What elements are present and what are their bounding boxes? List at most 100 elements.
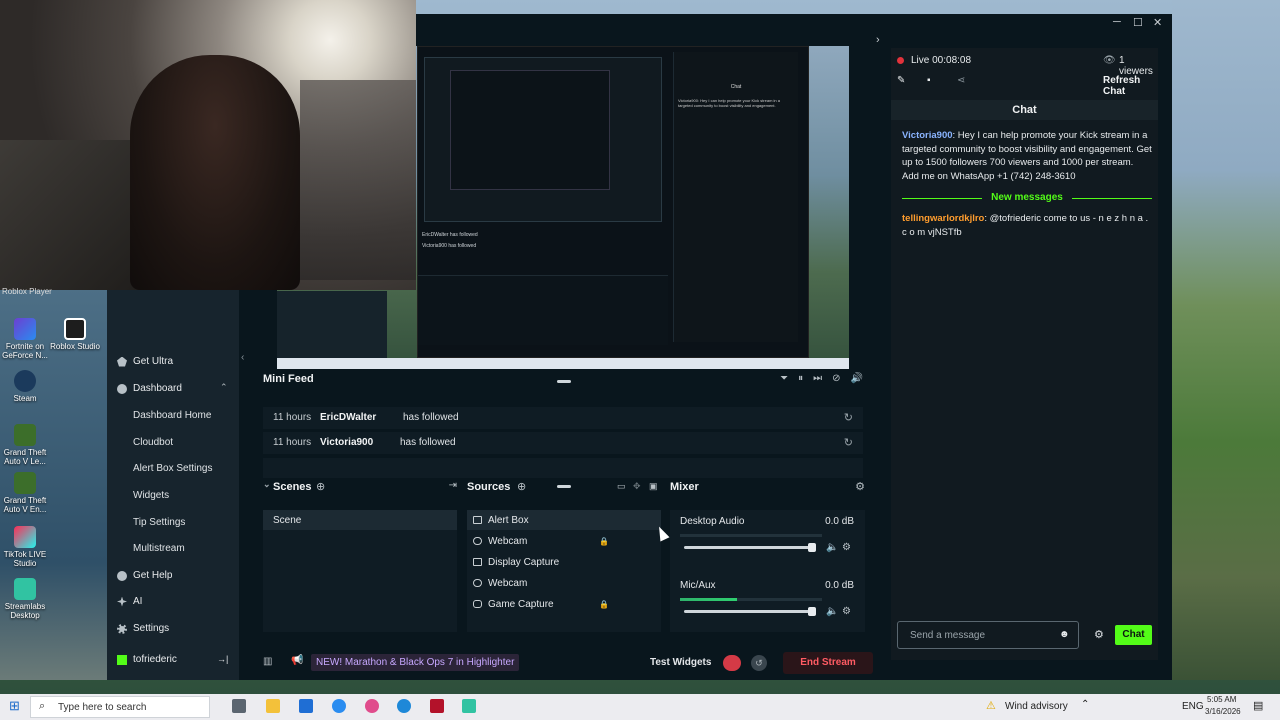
desktop-icon-tiktok-live[interactable]: TikTok LIVE Studio [0,526,50,568]
sidebar-item-cloudbot[interactable]: Cloudbot [133,437,173,448]
desktop-icon-gta-enhanced[interactable]: Grand Theft Auto V En... [0,472,50,514]
replay-icon[interactable]: ↻ [844,436,853,449]
refresh-chat-button[interactable]: Refresh Chat [1103,75,1161,97]
gear-icon[interactable]: ⚙ [855,480,865,493]
desktop-icon-streamlabs[interactable]: Streamlabs Desktop [0,578,50,620]
chat-input[interactable]: Send a message [897,621,1079,649]
alert-box-icon [473,516,482,524]
emoji-icon[interactable]: ☻ [1059,629,1070,640]
layout-icon[interactable]: ▭ [617,481,626,492]
desktop-icon-fortnite[interactable]: Fortnite on GeForce N... [0,318,50,360]
source-item-display-capture[interactable]: Display Capture [467,552,661,572]
clock-date[interactable]: 3/16/2026 [1205,707,1241,716]
chat-message: tellingwarlordkjlro: @tofriederic come t… [902,212,1152,239]
sidebar-item-tip-settings[interactable]: Tip Settings [133,517,185,528]
source-label: Webcam [488,577,528,589]
replay-icon[interactable]: ↻ [844,411,853,424]
copilot-icon[interactable] [365,699,379,713]
volume-slider[interactable] [684,607,816,616]
sidebar-item-get-help[interactable]: Get Help [117,570,172,581]
sidebar-item-settings[interactable]: Settings [117,623,169,634]
expand-chat-icon[interactable]: › [876,34,880,46]
tray-chevron-icon[interactable]: ⌃ [1081,699,1089,710]
chat-username[interactable]: Victoria900 [902,130,953,141]
clock-time[interactable]: 5:05 AM [1207,695,1236,704]
kick-logo-icon [117,654,127,665]
channel-name: Mic/Aux [680,580,716,591]
sidebar-item-alert-box-settings[interactable]: Alert Box Settings [133,463,212,474]
lock-icon[interactable]: 🔒 [599,537,609,546]
desktop-icon-roblox-studio[interactable]: Roblox Studio [50,318,100,351]
chevron-up-icon[interactable]: ⌃ [220,382,228,393]
rewind-icon[interactable]: ↺ [751,655,767,671]
preview-nested-window: EricDWalter has followed Victoria900 has… [417,46,809,358]
search-placeholder: Type here to search [58,702,147,713]
popout-icon[interactable]: ▪ [927,75,931,86]
test-widgets-toggle[interactable] [723,655,741,671]
sidebar-item-dashboard-home[interactable]: Dashboard Home [133,410,211,421]
pause-icon[interactable]: ⏸ [798,373,803,384]
weather-label[interactable]: Wind advisory [1005,701,1068,712]
logout-icon[interactable]: →| [217,654,228,664]
share-icon[interactable]: ⋖ [957,75,965,86]
performance-icon[interactable]: ▥ [263,656,272,667]
taskbar-search-input[interactable]: ⌕ Type here to search [30,696,210,718]
source-item-game-capture[interactable]: Game Capture 🔒 [467,594,661,614]
source-item-webcam[interactable]: Webcam 🔒 [467,531,661,551]
sidebar-item-dashboard[interactable]: Dashboard [117,383,182,394]
send-chat-button[interactable]: Chat [1115,625,1152,645]
speaker-icon[interactable]: 🔈 [826,606,838,617]
task-view-icon[interactable] [232,699,246,713]
desktop-icon-steam[interactable]: Steam [0,370,50,403]
mute-alerts-icon[interactable]: ⊘ [832,373,840,384]
drag-icon[interactable]: ✥ [633,481,641,492]
adobe-icon[interactable] [430,699,444,713]
chat-settings-icon[interactable]: ⚙ [1094,628,1104,641]
add-scene-button[interactable]: ⊕ [316,480,325,493]
sidebar-item-ai[interactable]: AI [117,596,142,607]
gear-icon[interactable]: ⚙ [842,542,851,553]
store-icon[interactable] [299,699,313,713]
add-source-button[interactable]: ⊕ [517,480,526,493]
slider-knob[interactable] [808,607,816,616]
search-icon: ⌕ [39,700,46,712]
volume-icon[interactable]: 🔊 [851,373,863,384]
scene-collection-icon[interactable]: ⇥ [449,480,457,491]
file-explorer-icon[interactable] [266,699,280,713]
close-button[interactable]: ✕ [1153,16,1162,29]
promo-banner[interactable]: NEW! Marathon & Black Ops 7 in Highlight… [311,654,520,671]
speaker-icon[interactable]: 🔈 [826,542,838,553]
edge-browser-icon[interactable] [397,699,411,713]
maximize-button[interactable]: ☐ [1133,16,1143,29]
source-item-alert-box[interactable]: Alert Box [467,510,661,530]
announcement-icon[interactable]: 📢 [291,655,303,666]
skip-icon[interactable]: ⏭ [813,373,822,384]
edge-icon[interactable] [332,699,346,713]
filter-icon[interactable]: ⏷ [780,373,788,384]
desktop-icon-gta-legacy[interactable]: Grand Theft Auto V Le... [0,424,50,466]
source-item-webcam[interactable]: Webcam [467,573,661,593]
windows-start-icon[interactable]: ⊞ [9,698,20,714]
scene-item[interactable]: Scene [263,510,457,530]
sidebar-item-get-ultra[interactable]: Get Ultra [117,356,173,367]
slider-knob[interactable] [808,543,816,552]
streamlabs-taskbar-icon[interactable] [462,699,476,713]
sidebar-item-widgets[interactable]: Widgets [133,490,169,501]
scenes-list: Scene [263,510,457,632]
minimize-button[interactable]: ─ [1113,16,1121,28]
lock-icon[interactable]: 🔒 [599,600,609,609]
chat-username[interactable]: tellingwarlordkjlro [902,213,984,224]
sidebar-item-label: Get Ultra [133,356,174,367]
chevron-down-icon[interactable]: ⌄ [263,479,271,490]
language-indicator[interactable]: ENG [1182,701,1204,712]
sidebar-item-multistream[interactable]: Multistream [133,543,185,554]
gear-icon[interactable]: ⚙ [842,606,851,617]
end-stream-button[interactable]: End Stream [783,652,873,674]
volume-slider[interactable] [684,543,816,552]
notifications-icon[interactable]: ▤ [1253,699,1263,712]
gear-icon [117,623,127,634]
folder-icon[interactable]: ▣ [649,481,658,492]
collapse-sidebar-icon[interactable]: ‹ [241,352,244,363]
sidebar-user[interactable]: tofriederic [117,654,177,665]
edit-icon[interactable]: ✎ [897,75,905,86]
